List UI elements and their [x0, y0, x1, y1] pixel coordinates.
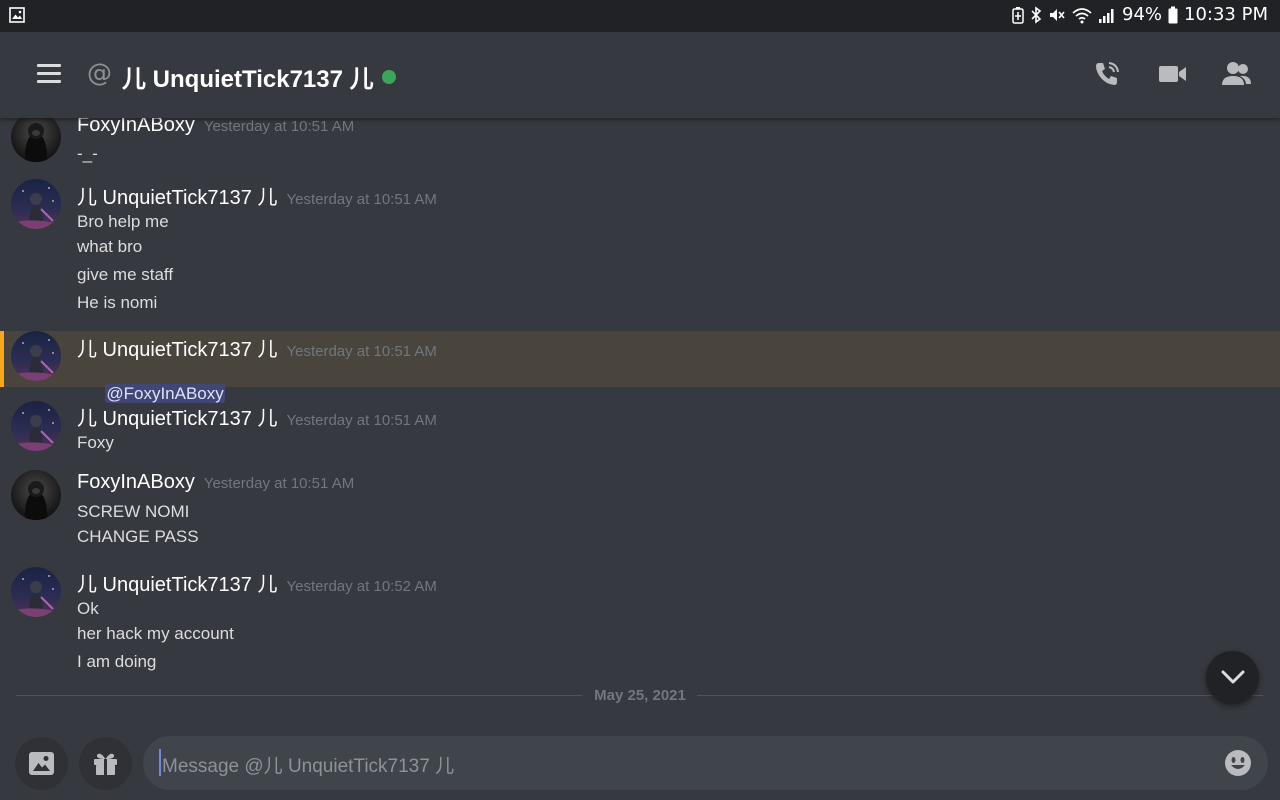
dm-title: 儿 UnquietTick7137 儿	[122, 59, 396, 94]
mention-highlight-bar	[0, 331, 4, 387]
battery-saver-icon	[1012, 6, 1024, 24]
message-text: I am doing	[77, 652, 157, 671]
avatar[interactable]	[11, 331, 61, 381]
avatar[interactable]	[11, 567, 61, 617]
message-text: CHANGE PASS	[77, 527, 199, 546]
avatar[interactable]	[11, 470, 61, 520]
text-caret	[159, 749, 161, 776]
message-author[interactable]: 儿 UnquietTick7137 儿	[77, 333, 277, 362]
message-item[interactable]: FoxyInABoxy Yesterday at 10:51 AM SCREW …	[0, 469, 1280, 549]
message-item-mention[interactable]: 儿 UnquietTick7137 儿 Yesterday at 10:51 A…	[0, 331, 1280, 403]
message-text: Ok	[77, 599, 99, 618]
message-text: give me staff	[77, 265, 174, 284]
message-item[interactable]: 儿 UnquietTick7137 儿 Yesterday at 10:52 A…	[0, 566, 1280, 676]
message-author[interactable]: FoxyInABoxy	[77, 471, 195, 494]
gift-button[interactable]	[79, 737, 132, 790]
message-text: -_-	[77, 144, 98, 163]
message-text: her hack my account	[77, 624, 234, 643]
message-timestamp: Yesterday at 10:51 AM	[203, 475, 355, 492]
avatar[interactable]	[11, 401, 61, 451]
jump-to-present-button[interactable]	[1206, 651, 1259, 704]
message-timestamp: Yesterday at 10:51 AM	[286, 191, 437, 208]
call-icon[interactable]	[1093, 60, 1121, 92]
menu-icon[interactable]	[35, 62, 63, 86]
battery-percent: 94%	[1122, 4, 1163, 25]
message-timestamp: Yesterday at 10:52 AM	[286, 578, 437, 595]
channel-header: @ 儿 UnquietTick7137 儿	[0, 32, 1280, 118]
message-item[interactable]: FoxyInABoxy Yesterday at 10:51 AM -_-	[0, 112, 1280, 173]
message-list: FoxyInABoxy Yesterday at 10:51 AM -_- 儿 …	[0, 112, 1280, 718]
message-item[interactable]: 儿 UnquietTick7137 儿 Yesterday at 10:51 A…	[0, 400, 1280, 455]
avatar[interactable]	[11, 179, 61, 229]
page-title: 儿 UnquietTick7137 儿	[122, 66, 374, 93]
message-text: He is nomi	[77, 293, 158, 312]
avatar[interactable]	[11, 112, 61, 162]
emoji-icon[interactable]	[1224, 749, 1252, 777]
message-input-placeholder: Message @儿 UnquietTick7137 儿	[162, 756, 455, 777]
online-status-indicator	[381, 69, 396, 84]
gallery-icon	[9, 7, 25, 27]
signal-icon	[1098, 6, 1116, 24]
message-author[interactable]: 儿 UnquietTick7137 儿	[77, 568, 277, 597]
message-timestamp: Yesterday at 10:51 AM	[286, 412, 437, 429]
message-author[interactable]: 儿 UnquietTick7137 儿	[77, 402, 277, 431]
divider-line	[16, 695, 582, 696]
message-timestamp: Yesterday at 10:51 AM	[286, 343, 437, 360]
at-icon: @	[87, 58, 112, 87]
message-text: what bro	[77, 237, 143, 256]
message-timestamp: Yesterday at 10:51 AM	[203, 118, 355, 135]
message-text: Foxy	[77, 433, 114, 452]
divider-line	[697, 695, 1263, 696]
video-icon[interactable]	[1158, 63, 1188, 89]
message-author[interactable]: 儿 UnquietTick7137 儿	[77, 181, 277, 210]
message-item[interactable]: 儿 UnquietTick7137 儿 Yesterday at 10:51 A…	[0, 176, 1280, 316]
wifi-icon	[1072, 6, 1092, 24]
status-bar: 94% 10:33 PM	[0, 0, 1280, 32]
bluetooth-icon	[1030, 5, 1042, 24]
chevron-down-icon	[1221, 670, 1245, 684]
gift-icon	[94, 753, 117, 775]
message-input[interactable]: Message @儿 UnquietTick7137 儿	[143, 736, 1268, 790]
mute-icon	[1048, 6, 1066, 24]
image-upload-button[interactable]	[15, 737, 68, 790]
message-text: SCREW NOMI	[77, 502, 190, 521]
date-divider: May 25, 2021	[594, 687, 686, 704]
members-icon[interactable]	[1222, 60, 1252, 92]
message-text: Bro help me	[77, 212, 169, 231]
battery-icon	[1168, 6, 1178, 24]
image-upload-icon	[29, 752, 54, 775]
clock: 10:33 PM	[1184, 4, 1268, 25]
